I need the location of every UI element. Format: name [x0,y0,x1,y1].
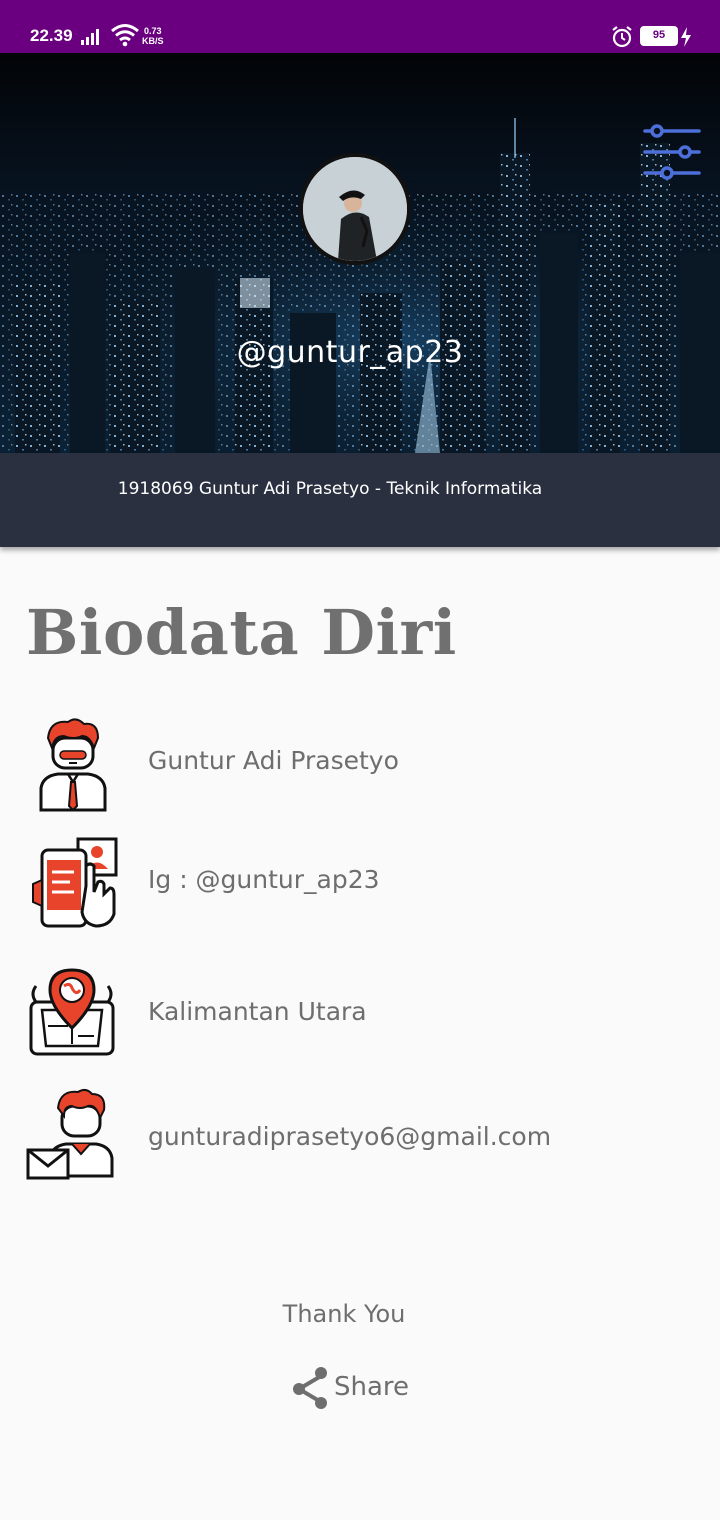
share-icon [293,1367,327,1409]
avatar[interactable] [299,153,411,265]
status-time: 22.39 [30,26,73,45]
avatar-photo [303,157,407,261]
share-button[interactable]: Share [290,1362,409,1412]
location-icon [29,968,115,1056]
charging-icon [681,27,691,47]
page-title: Biodata Diri [26,596,457,669]
thank-you-text: Thank You [282,1300,406,1328]
alarm-icon [612,26,632,48]
biodata-instagram: Ig : @guntur_ap23 [148,865,380,894]
profile-username: @guntur_ap23 [236,335,464,370]
social-media-icon [32,837,118,928]
info-strip: 1918069 Guntur Adi Prasetyo - Teknik Inf… [0,453,720,547]
email-icon [26,1088,114,1180]
biodata-location: Kalimantan Utara [148,997,367,1026]
filter-settings-icon[interactable] [641,123,703,183]
biodata-name: Guntur Adi Prasetyo [148,746,399,775]
student-info: 1918069 Guntur Adi Prasetyo - Teknik Inf… [117,479,543,499]
person-icon [39,718,107,812]
signal-icon [81,29,99,45]
share-label: Share [334,1372,410,1402]
status-bar: 22.39 0.73 KB/S 95 [0,0,720,53]
network-speed: 0.73 KB/S [142,26,164,46]
wifi-icon [111,24,139,47]
biodata-email: gunturadiprasetyo6@gmail.com [148,1122,552,1151]
battery-indicator: 95 [640,26,678,46]
